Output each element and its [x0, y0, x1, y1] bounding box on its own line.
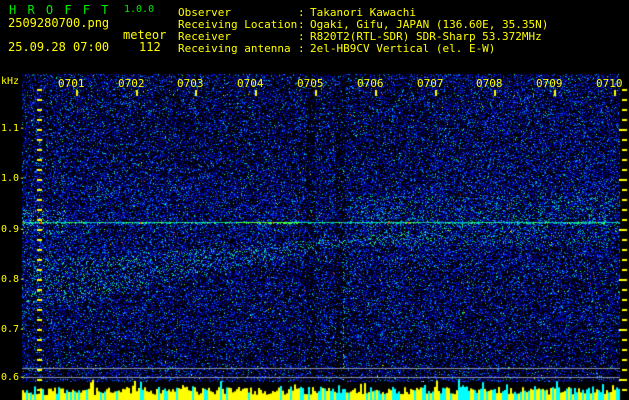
time-tick-label: 0706: [357, 77, 384, 90]
colon: :: [298, 42, 305, 55]
observation-datetime: 25.09.28 07:00: [8, 40, 110, 54]
app-title: H R O F F T: [9, 3, 111, 17]
time-tick-label: 0708: [476, 77, 503, 90]
freq-tick-label: 1.1-: [1, 123, 26, 134]
meteor-count: 112: [139, 40, 161, 54]
spectrogram-canvas: [0, 0, 629, 400]
receiving-antenna-value: 2el-HB9CV Vertical (el. E-W): [310, 42, 496, 55]
freq-tick-label: 0.8-: [1, 274, 26, 285]
time-tick-label: 0703: [177, 77, 204, 90]
time-tick-label: 0702: [118, 77, 145, 90]
time-tick-label: 0701: [58, 77, 85, 90]
freq-tick-label: 0.7-: [1, 324, 26, 335]
time-tick-label: 0705: [297, 77, 324, 90]
freq-tick-label: 1.0-: [1, 173, 26, 184]
time-tick-label: 0710: [596, 77, 623, 90]
time-tick-label: 0704: [237, 77, 264, 90]
hrofft-window: H R O F F T 1.0.0 2509280700.png meteor …: [0, 0, 629, 400]
receiving-antenna-label: Receiving antenna: [178, 42, 291, 55]
receiving-antenna-row: Receiving antenna:2el-HB9CV Vertical (el…: [178, 43, 548, 55]
time-tick-label: 0707: [417, 77, 444, 90]
time-tick-label: 0709: [536, 77, 563, 90]
freq-tick-label: 0.9-: [1, 224, 26, 235]
freq-axis-unit: kHz: [1, 76, 20, 87]
observer-info-block: Observer: Takanori Kawachi Receiving Loca…: [178, 7, 548, 55]
freq-tick-label: 0.6-: [1, 372, 26, 383]
app-version: 1.0.0: [124, 4, 155, 15]
output-filename: 2509280700.png: [8, 16, 110, 30]
